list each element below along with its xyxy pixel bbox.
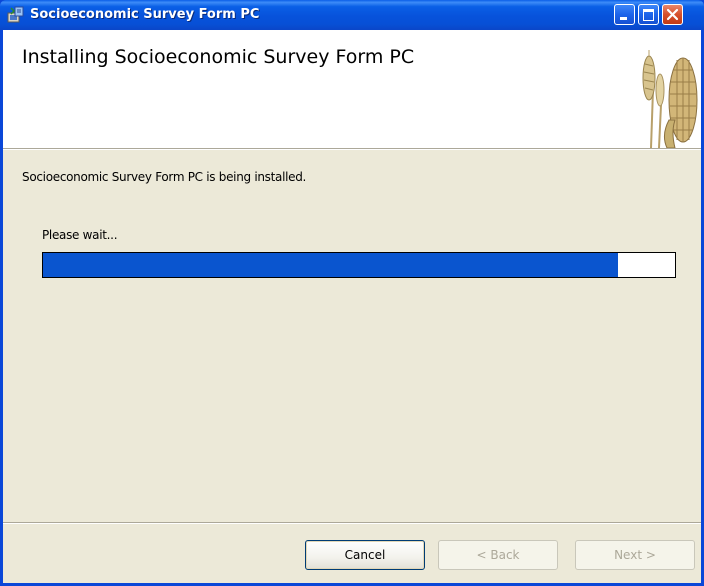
install-status-text: Socioeconomic Survey Form PC is being in… — [22, 170, 307, 184]
banner-separator — [3, 149, 701, 150]
installer-icon — [7, 6, 25, 24]
title-bar[interactable]: Socioeconomic Survey Form PC — [0, 0, 704, 30]
install-progress-bar — [42, 252, 676, 278]
progress-fill — [43, 253, 619, 277]
maximize-button[interactable] — [638, 4, 659, 25]
installer-window: Socioeconomic Survey Form PC Installing … — [0, 0, 704, 586]
window-title: Socioeconomic Survey Form PC — [30, 7, 260, 22]
footer-divider-highlight — [3, 523, 701, 524]
wheat-corn-image — [642, 50, 698, 148]
please-wait-label: Please wait... — [42, 228, 118, 242]
dialog-client-area: Installing Socioeconomic Survey Form PC … — [3, 30, 701, 583]
back-button[interactable]: < Back — [438, 540, 558, 570]
close-button[interactable] — [662, 4, 683, 25]
minimize-button[interactable] — [614, 4, 635, 25]
header-banner: Installing Socioeconomic Survey Form PC — [3, 30, 701, 149]
next-button[interactable]: Next > — [575, 540, 695, 570]
page-title: Installing Socioeconomic Survey Form PC — [22, 46, 415, 68]
cancel-button[interactable]: Cancel — [305, 540, 425, 570]
close-icon — [666, 8, 679, 21]
